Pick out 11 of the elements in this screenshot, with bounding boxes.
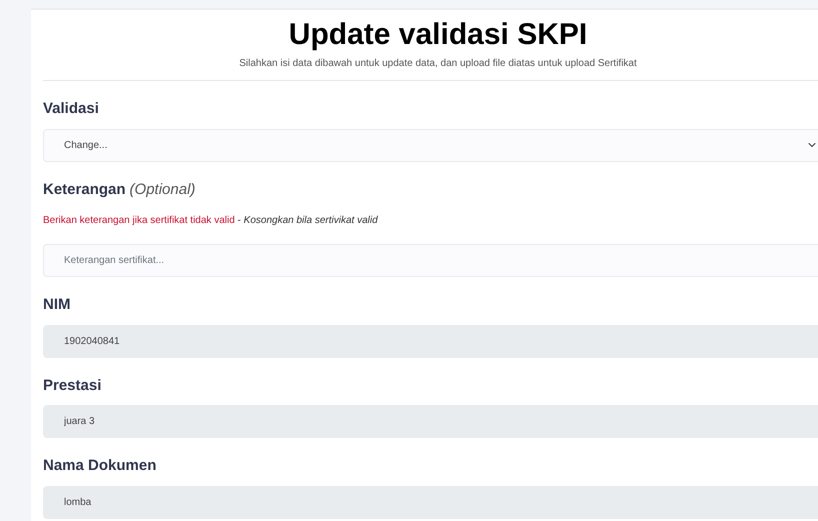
page-title: Update validasi SKPI [288, 20, 588, 50]
field-label: Keterangan [43, 180, 126, 200]
help-text: Berikan keterangan jika sertifikat tidak valid - Kosongkan bila sertivikat valid [43, 214, 379, 228]
field-label: Nama Dokumen [43, 456, 156, 476]
field-label: NIM [43, 295, 70, 315]
page-subtitle: Silahkan isi data dibawah untuk update data, dan upload file diatas untuk upload Sertifikat [238, 57, 638, 71]
field-label: Prestasi [43, 376, 102, 396]
field-label: Validasi [43, 99, 99, 119]
label-note: (Optional) [130, 180, 196, 200]
input-field[interactable]: Keterangan sertifikat... [43, 244, 818, 277]
validation-select[interactable]: Change... [43, 128, 818, 162]
